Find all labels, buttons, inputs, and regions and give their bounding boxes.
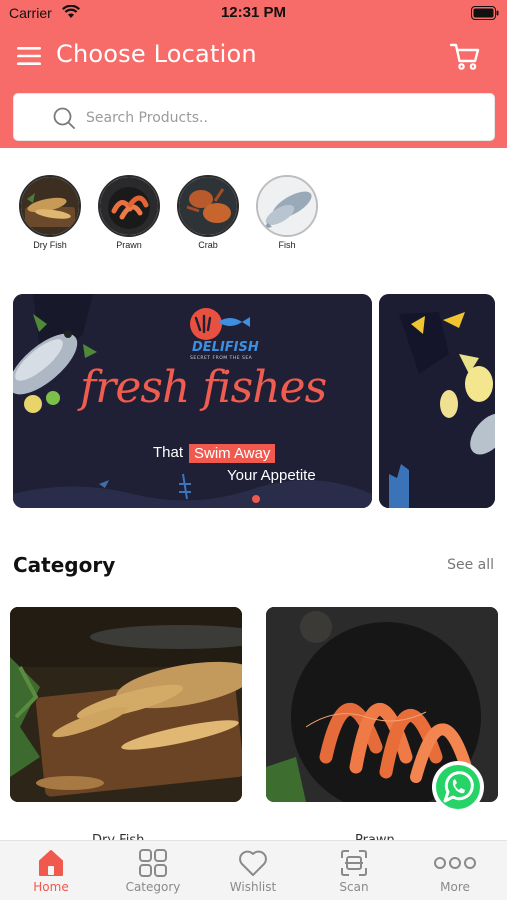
- quick-category-row: Dry Fish Prawn Crab Fish: [16, 175, 496, 255]
- banner-headline: fresh fishes: [80, 362, 327, 413]
- tab-home[interactable]: Home: [6, 849, 96, 894]
- menu-icon[interactable]: [16, 45, 42, 67]
- banner-tagline: SECRET FROM THE SEA: [190, 356, 253, 361]
- see-all-link[interactable]: See all: [447, 557, 494, 573]
- whatsapp-icon[interactable]: [431, 760, 485, 814]
- crab-image: [177, 175, 239, 237]
- quick-category-label: Prawn: [116, 240, 142, 250]
- scan-icon: [341, 850, 367, 876]
- quick-category-label: Fish: [278, 240, 296, 250]
- home-icon: [39, 850, 63, 876]
- app-header: Carrier 12:31 PM Choose Location: [0, 0, 507, 148]
- tab-label: More: [440, 880, 470, 894]
- quick-category-crab[interactable]: Crab: [175, 175, 241, 250]
- cart-icon[interactable]: [449, 40, 481, 72]
- heart-icon: [239, 850, 267, 876]
- tab-category[interactable]: Category: [108, 849, 198, 894]
- carousel-indicator-dot[interactable]: [252, 495, 260, 503]
- status-bar: Carrier 12:31 PM: [0, 0, 507, 28]
- tab-wishlist[interactable]: Wishlist: [208, 849, 298, 894]
- tab-label: Home: [33, 880, 69, 894]
- tab-label: Category: [125, 880, 181, 894]
- quick-category-label: Dry Fish: [33, 240, 67, 250]
- promo-banner-next[interactable]: [379, 294, 495, 508]
- battery-icon: [471, 6, 499, 20]
- category-card-dry-fish[interactable]: [10, 607, 242, 802]
- search-icon: [53, 107, 75, 129]
- tab-scan[interactable]: Scan: [309, 849, 399, 894]
- banner-line-that: That: [153, 444, 184, 461]
- search-input[interactable]: [86, 104, 466, 132]
- grid-icon: [139, 849, 167, 877]
- banner-line-swim: Swim Away: [189, 444, 276, 463]
- prawn-image: [98, 175, 160, 237]
- tab-more[interactable]: More: [410, 849, 500, 894]
- dry-fish-photo: [10, 607, 242, 802]
- banner-next-artwork: [379, 294, 495, 508]
- tab-label: Wishlist: [229, 880, 277, 894]
- banner-brand: DELIFISH: [192, 340, 259, 355]
- quick-category-label: Crab: [198, 240, 218, 250]
- page-title[interactable]: Choose Location: [56, 40, 257, 68]
- more-icon: [434, 857, 476, 869]
- bottom-tab-bar: Home Category Wishlist Scan More: [0, 840, 507, 900]
- dry-fish-image: [19, 175, 81, 237]
- banner-line-appetite: Your Appetite: [227, 467, 316, 484]
- status-time: 12:31 PM: [220, 4, 287, 21]
- search-bar[interactable]: [13, 93, 495, 141]
- quick-category-dry-fish[interactable]: Dry Fish: [17, 175, 83, 250]
- tab-label: Scan: [339, 880, 369, 894]
- section-title-category: Category: [13, 553, 116, 577]
- quick-category-prawn[interactable]: Prawn: [96, 175, 162, 250]
- fish-image: [256, 175, 318, 237]
- quick-category-fish[interactable]: Fish: [254, 175, 320, 250]
